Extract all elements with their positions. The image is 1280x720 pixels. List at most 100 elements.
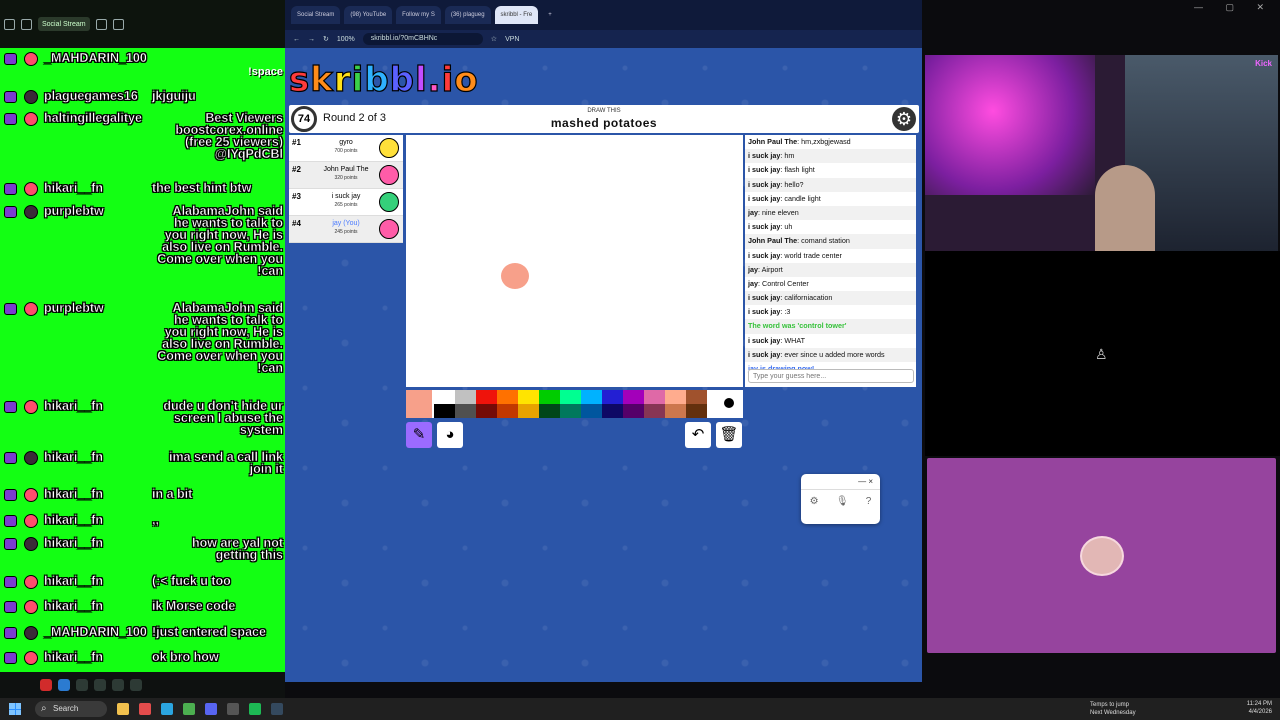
chat-text: dude u don't hide ur screen I abuse the … bbox=[163, 399, 283, 437]
brush-size-button[interactable] bbox=[716, 390, 742, 416]
settings-icon[interactable] bbox=[112, 679, 124, 691]
drawing-canvas[interactable] bbox=[406, 135, 743, 387]
browser-tab[interactable]: (36) plagueg bbox=[444, 6, 491, 24]
color-swatch[interactable] bbox=[665, 390, 686, 404]
color-swatch[interactable] bbox=[623, 390, 644, 404]
player-avatar-icon bbox=[379, 138, 399, 158]
chat-line: i suck jay: WHAT bbox=[748, 335, 805, 345]
steam-icon[interactable] bbox=[271, 703, 283, 715]
pencil-tool-icon[interactable]: ✎ bbox=[406, 422, 432, 448]
color-swatch[interactable] bbox=[476, 390, 497, 404]
volume-icon[interactable] bbox=[130, 679, 142, 691]
help-icon[interactable]: ? bbox=[866, 496, 872, 507]
browser-tab-active[interactable]: skribbl - Fre bbox=[494, 6, 539, 24]
url-input[interactable]: skribbl.io/?0mCBHNc bbox=[362, 33, 483, 45]
forward-icon[interactable]: → bbox=[308, 36, 315, 43]
undo-icon[interactable]: ↶ bbox=[685, 422, 711, 448]
color-swatch[interactable] bbox=[602, 404, 623, 418]
color-swatch[interactable] bbox=[539, 390, 560, 404]
edge-icon[interactable] bbox=[161, 703, 173, 715]
color-swatch[interactable] bbox=[623, 404, 644, 418]
star-icon[interactable] bbox=[95, 18, 107, 30]
bell-icon[interactable] bbox=[76, 679, 88, 691]
browser-icon[interactable] bbox=[139, 703, 151, 715]
chat-line: The word was 'control tower' bbox=[745, 319, 916, 334]
taskbar-search[interactable]: Search bbox=[35, 701, 107, 717]
system-clock[interactable]: 11:24 PM 4/4/2026 bbox=[1247, 700, 1272, 716]
fill-tool-icon[interactable]: ◕ bbox=[437, 422, 463, 448]
color-swatch[interactable] bbox=[518, 404, 539, 418]
chat-bottom-toolbar bbox=[0, 672, 285, 698]
close-icon[interactable]: × bbox=[868, 477, 873, 486]
chat-username: purplebtw bbox=[44, 301, 104, 315]
color-swatch[interactable] bbox=[665, 404, 686, 418]
minimize-icon[interactable]: — bbox=[858, 477, 866, 486]
chat-line: John Paul The: hm,zxbgjewasd bbox=[748, 137, 851, 146]
browser-tab[interactable]: (98) YouTube bbox=[344, 6, 393, 24]
spotify-icon[interactable] bbox=[249, 703, 261, 715]
menu-icon[interactable] bbox=[112, 18, 124, 30]
logo-letter: k bbox=[310, 59, 334, 100]
chat-msg-text: hm bbox=[784, 151, 795, 161]
microphone-icon[interactable]: 🎙 bbox=[836, 496, 849, 507]
color-swatch[interactable] bbox=[497, 404, 518, 418]
browser-tab[interactable]: Follow my S bbox=[396, 6, 441, 24]
logo-letter: s bbox=[288, 59, 311, 100]
color-swatch[interactable] bbox=[581, 390, 602, 404]
color-swatch[interactable] bbox=[455, 404, 476, 418]
vpn-badge[interactable]: VPN bbox=[505, 36, 519, 43]
color-swatch[interactable] bbox=[455, 390, 476, 404]
taskbar: Search Temps to jump Next Wednesday 11:24… bbox=[0, 698, 1280, 720]
chrome-icon[interactable] bbox=[183, 703, 195, 715]
player-row: #1 gyro 700 points bbox=[289, 135, 403, 162]
obs-icon[interactable] bbox=[227, 703, 239, 715]
pause-icon[interactable] bbox=[40, 679, 52, 691]
chat-username: hikari__fn bbox=[44, 574, 104, 588]
weather-widget[interactable]: Temps to jump Next Wednesday bbox=[1090, 701, 1136, 717]
windows-start-icon[interactable] bbox=[9, 703, 21, 715]
color-swatch[interactable] bbox=[644, 404, 665, 418]
chat-text: Best Viewers boostcorex.online (free 25 … bbox=[175, 111, 283, 161]
color-swatch[interactable] bbox=[686, 390, 707, 404]
chat-icon[interactable] bbox=[58, 679, 70, 691]
chat-line: i suck jay: uh bbox=[748, 222, 793, 232]
player-name: i suck jay bbox=[331, 193, 361, 200]
color-swatch[interactable] bbox=[602, 390, 623, 404]
reload-icon[interactable]: ↻ bbox=[323, 35, 329, 43]
chat-text: the best hint btw bbox=[152, 181, 252, 195]
filter-icon[interactable] bbox=[94, 679, 106, 691]
trash-icon[interactable]: 🗑 bbox=[716, 422, 742, 448]
color-swatch[interactable] bbox=[434, 390, 455, 404]
chat-username: _MAHDARIN_100 bbox=[44, 625, 147, 639]
discord-icon[interactable] bbox=[205, 703, 217, 715]
color-swatch[interactable] bbox=[560, 390, 581, 404]
new-tab-button[interactable]: + bbox=[542, 6, 558, 24]
chat-sender: jay bbox=[748, 264, 758, 274]
chat-msg-text: world trade center bbox=[784, 250, 842, 260]
browser-tab[interactable]: Social Stream bbox=[291, 6, 341, 24]
gear-icon[interactable]: ⚙ bbox=[892, 107, 916, 131]
guess-input[interactable] bbox=[748, 369, 914, 383]
color-swatch[interactable] bbox=[686, 404, 707, 418]
space-label: !space bbox=[248, 66, 283, 78]
color-swatch[interactable] bbox=[539, 404, 560, 418]
forward-icon[interactable] bbox=[21, 18, 32, 30]
bookmark-icon[interactable]: ☆ bbox=[491, 35, 497, 43]
mic-widget-controls: ⚙ 🎙 ? bbox=[801, 490, 880, 507]
file-explorer-icon[interactable] bbox=[117, 703, 129, 715]
chat-tab[interactable]: Social Stream bbox=[38, 17, 90, 31]
color-swatch[interactable] bbox=[581, 404, 602, 418]
back-icon[interactable] bbox=[4, 18, 15, 30]
color-swatch[interactable] bbox=[644, 390, 665, 404]
color-swatch[interactable] bbox=[434, 404, 455, 418]
user-avatar-icon bbox=[24, 52, 38, 66]
back-icon[interactable]: ← bbox=[293, 36, 300, 43]
settings-icon[interactable]: ⚙ bbox=[810, 496, 819, 507]
window-controls[interactable]: — ▢ ✕ bbox=[1194, 2, 1274, 13]
game-chat: John Paul The: hm,zxbgjewasd i suck jay: … bbox=[745, 135, 916, 387]
color-swatch[interactable] bbox=[560, 404, 581, 418]
chat-username: _MAHDARIN_100 bbox=[44, 51, 147, 65]
color-swatch[interactable] bbox=[476, 404, 497, 418]
color-swatch[interactable] bbox=[497, 390, 518, 404]
color-swatch[interactable] bbox=[518, 390, 539, 404]
